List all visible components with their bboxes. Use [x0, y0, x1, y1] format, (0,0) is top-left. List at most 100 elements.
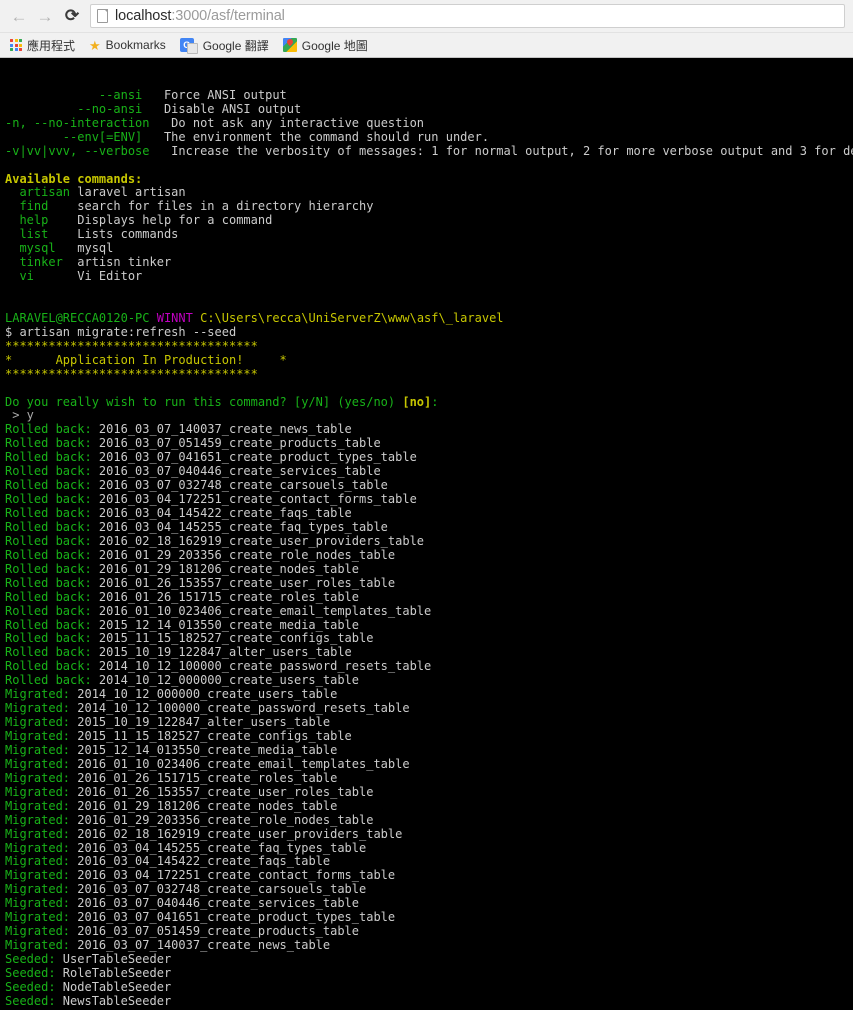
migrated-line: Migrated: 2016_01_26_153557_create_user_…: [5, 784, 853, 800]
prompt-path: C:\Users\recca\UniServerZ\www\asf\_larav…: [200, 310, 504, 325]
rolled-back-label: Rolled back:: [5, 645, 99, 660]
rolled-back-label: Rolled back:: [5, 603, 99, 618]
seeded-label: Seeded:: [5, 965, 63, 980]
migrated-label: Migrated:: [5, 742, 78, 757]
terminal-option-line: -n, --no-interaction Do not ask any inte…: [5, 115, 853, 131]
page-document-icon: [97, 9, 108, 23]
rolled-back-label: Rolled back:: [5, 450, 99, 465]
option-description: The environment the command should run u…: [142, 129, 490, 144]
migration-name: 2016_01_26_151715_create_roles_table: [77, 770, 338, 785]
migrated-label: Migrated:: [5, 910, 78, 925]
terminal-output[interactable]: --ansi Force ANSI output --no-ansi Disab…: [0, 58, 853, 1010]
migration-name: 2016_02_18_162919_create_user_providers_…: [77, 826, 403, 841]
rolled-back-label: Rolled back:: [5, 519, 99, 534]
migrated-label: Migrated:: [5, 729, 78, 744]
migration-name: 2016_03_07_040446_create_services_table: [77, 896, 360, 911]
migrated-label: Migrated:: [5, 770, 78, 785]
migrated-line: Migrated: 2016_03_04_172251_create_conta…: [5, 868, 853, 883]
migrated-line: Migrated: 2016_03_07_041651_create_produ…: [5, 910, 853, 925]
migrated-label: Migrated:: [5, 924, 78, 939]
terminal-command-line: mysql mysql: [5, 241, 853, 256]
rolled-back-label: Rolled back:: [5, 533, 99, 548]
banner-text: * Application In Production! *: [5, 352, 287, 367]
migration-name: 2016_01_26_153557_create_user_roles_tabl…: [77, 784, 374, 799]
command-name: vi: [5, 269, 71, 284]
terminal-command-line: list Lists commands: [5, 227, 853, 242]
rolled-back-line: Rolled back: 2016_03_07_041651_create_pr…: [5, 450, 853, 465]
rolled-back-label: Rolled back:: [5, 617, 99, 632]
back-icon[interactable]: ←: [6, 3, 32, 29]
migrated-label: Migrated:: [5, 812, 78, 827]
terminal-option-line: --env[=ENV] The environment the command …: [5, 129, 853, 145]
option-description: Increase the verbosity of messages: 1 fo…: [149, 143, 853, 158]
migration-name: 2016_03_04_145422_create_faqs_table: [98, 506, 352, 521]
migration-name: 2015_12_14_013550_create_media_table: [98, 617, 360, 632]
command-name: tinker: [5, 255, 71, 270]
command-description: search for files in a directory hierarch…: [70, 199, 374, 214]
bookmark-label: Bookmarks: [105, 38, 166, 52]
bookmark-google-translate[interactable]: G Google 翻譯: [174, 35, 275, 56]
rolled-back-line: Rolled back: 2016_03_07_040446_create_se…: [5, 464, 853, 479]
migration-name: 2016_01_29_181206_create_nodes_table: [77, 798, 338, 813]
migration-name: 2016_03_04_145255_create_faq_types_table: [98, 519, 388, 534]
migration-name: 2015_12_14_013550_create_media_table: [77, 742, 338, 757]
migration-name: 2016_03_07_041651_create_product_types_t…: [98, 450, 417, 465]
bookmarks-bar: 應用程式 ★ Bookmarks G Google 翻譯 Google 地圖: [0, 32, 853, 57]
migration-name: 2016_01_26_153557_create_user_roles_tabl…: [98, 575, 396, 590]
browser-chrome: ← → ⟳ localhost:3000/asf/terminal 應用程式 ★…: [0, 0, 853, 58]
option-flag: -n, --no-interaction: [5, 115, 150, 130]
seeded-line: Seeded: UserTableSeeder: [5, 952, 853, 967]
option-flag: --ansi: [5, 87, 143, 102]
rolled-back-label: Rolled back:: [5, 492, 99, 507]
terminal-command-line: vi Vi Editor: [5, 269, 853, 284]
reload-icon[interactable]: ⟳: [58, 3, 86, 29]
url-host: localhost: [115, 8, 172, 24]
migrated-line: Migrated: 2016_03_07_032748_create_carso…: [5, 882, 853, 897]
terminal-prompt-line: LARAVEL@RECCA0120-PC WINNT C:\Users\recc…: [5, 310, 853, 326]
migrated-label: Migrated:: [5, 715, 78, 730]
command-description: artisn tinker: [70, 255, 172, 270]
address-bar[interactable]: localhost:3000/asf/terminal: [90, 4, 845, 28]
migrated-line: Migrated: 2015_12_14_013550_create_media…: [5, 742, 853, 758]
migrated-line: Migrated: 2015_10_19_122847_alter_users_…: [5, 715, 853, 730]
command-description: Lists commands: [70, 227, 179, 242]
bookmark-apps[interactable]: 應用程式: [4, 35, 81, 56]
terminal-option-line: -v|vv|vvv, --verbose Increase the verbos…: [5, 143, 853, 159]
migrated-line: Migrated: 2016_03_07_051459_create_produ…: [5, 924, 853, 939]
rolled-back-line: Rolled back: 2014_10_12_100000_create_pa…: [5, 659, 853, 674]
google-translate-icon: G: [179, 38, 198, 54]
rolled-back-label: Rolled back:: [5, 673, 99, 688]
confirm-question-line: Do you really wish to run this command? …: [5, 395, 853, 410]
terminal-option-line: --no-ansi Disable ANSI output: [5, 102, 853, 117]
migrated-line: Migrated: 2014_10_12_100000_create_passw…: [5, 701, 853, 716]
rolled-back-line: Rolled back: 2016_01_29_181206_create_no…: [5, 562, 853, 577]
rolled-back-label: Rolled back:: [5, 575, 99, 590]
rolled-back-line: Rolled back: 2016_03_07_051459_create_pr…: [5, 436, 853, 451]
forward-icon[interactable]: →: [32, 3, 58, 29]
command-name: find: [5, 199, 71, 214]
bookmark-label: Google 地圖: [301, 38, 368, 53]
rolled-back-line: Rolled back: 2016_01_26_151715_create_ro…: [5, 590, 853, 605]
migration-name: 2016_01_29_203356_create_role_nodes_tabl…: [77, 812, 374, 827]
migration-name: 2014_10_12_100000_create_password_resets…: [77, 701, 410, 716]
confirm-answer-line: > y: [5, 408, 853, 423]
seeder-name: RoleTableSeeder: [62, 965, 172, 980]
rolled-back-label: Rolled back:: [5, 436, 99, 451]
migrated-line: Migrated: 2016_01_10_023406_create_email…: [5, 757, 853, 772]
banner-rule: ***********************************: [5, 338, 258, 353]
terminal-command-line: tinker artisn tinker: [5, 255, 853, 270]
bookmark-bookmarks[interactable]: ★ Bookmarks: [83, 35, 172, 56]
migration-name: 2014_10_12_100000_create_password_resets…: [98, 659, 432, 674]
option-flag: -v|vv|vvv, --verbose: [5, 143, 150, 158]
seeded-line: Seeded: RoleTableSeeder: [5, 965, 853, 981]
bookmark-google-maps[interactable]: Google 地圖: [277, 35, 374, 56]
rolled-back-line: Rolled back: 2016_03_04_145422_create_fa…: [5, 506, 853, 521]
migration-name: 2016_03_07_140037_create_news_table: [77, 938, 331, 953]
rolled-back-line: Rolled back: 2016_02_18_162919_create_us…: [5, 533, 853, 549]
bookmark-label: 應用程式: [27, 38, 76, 53]
migrated-line: Migrated: 2016_01_29_181206_create_nodes…: [5, 798, 853, 814]
migrated-line: Migrated: 2016_03_07_040446_create_servi…: [5, 896, 853, 911]
